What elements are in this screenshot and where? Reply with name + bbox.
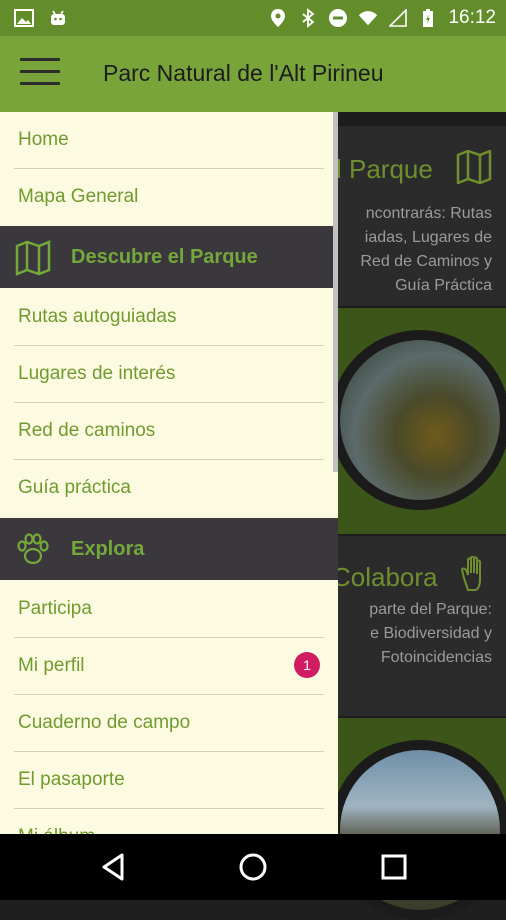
- status-time: 16:12: [448, 7, 496, 28]
- drawer-item-mi-album[interactable]: Mi álbum: [0, 809, 338, 834]
- drawer-item-label: El pasaporte: [18, 769, 125, 790]
- map-icon: [456, 149, 492, 189]
- battery-icon: [418, 8, 438, 28]
- card-text-line: ncontrarás: Rutas: [365, 205, 492, 222]
- section-label: Descubre el Parque: [71, 246, 258, 268]
- section-explora: Explora: [0, 518, 338, 580]
- card-text-line: Red de Caminos y: [360, 253, 492, 270]
- drawer-item-participa[interactable]: Participa: [0, 581, 338, 637]
- drawer-item-label: Cuaderno de campo: [18, 712, 191, 733]
- location-icon: [268, 8, 288, 28]
- paw-icon: [14, 530, 52, 568]
- drawer-item-label: Rutas autoguiadas: [18, 306, 177, 327]
- wifi-icon: [358, 8, 378, 28]
- hand-icon: [458, 555, 492, 597]
- drawer-item-label: Home: [18, 129, 69, 150]
- system-nav-bar: [0, 834, 506, 900]
- hamburger-menu-icon[interactable]: [20, 58, 60, 90]
- drawer-item-label: Lugares de interés: [18, 363, 176, 384]
- drawer-item-label: Mapa General: [18, 186, 139, 207]
- section-descubre: Descubre el Parque: [0, 226, 338, 288]
- card-title: Colabora: [332, 562, 438, 592]
- section-label: Explora: [71, 538, 145, 560]
- card-text-line: Fotoincidencias: [380, 649, 492, 666]
- card-description: ncontrarás: Rutas iadas, Lugares de Red …: [360, 202, 492, 298]
- app-title: Parc Natural de l'Alt Pirineu: [103, 60, 384, 86]
- drawer-item-red-caminos[interactable]: Red de caminos: [0, 403, 338, 459]
- drawer-item-cuaderno[interactable]: Cuaderno de campo: [0, 695, 338, 751]
- card-text-line: Guía Práctica: [395, 277, 492, 294]
- drawer-item-guia[interactable]: Guía práctica: [0, 460, 338, 516]
- app-bar: Parc Natural de l'Alt Pirineu: [0, 36, 506, 112]
- drawer-item-label: Guía práctica: [18, 477, 131, 498]
- drawer-scrollbar[interactable]: [333, 112, 338, 472]
- home-icon[interactable]: [235, 849, 271, 885]
- drawer-item-label: Red de caminos: [18, 420, 156, 441]
- notification-badge: 1: [294, 652, 320, 678]
- navigation-drawer: Home Mapa General Descubre el Parque Rut…: [0, 112, 338, 834]
- back-icon[interactable]: [96, 849, 132, 885]
- drawer-item-mapa-general[interactable]: Mapa General: [0, 169, 338, 225]
- map-icon: [14, 238, 52, 276]
- drawer-item-home[interactable]: Home: [0, 112, 338, 168]
- drawer-item-pasaporte[interactable]: El pasaporte: [0, 752, 338, 808]
- android-icon: [48, 8, 68, 28]
- card-description: parte del Parque: e Biodiversidad y Foto…: [369, 598, 492, 670]
- bluetooth-icon: [298, 8, 318, 28]
- status-bar: 16:12: [0, 0, 506, 36]
- drawer-item-label: Mi perfil: [18, 655, 85, 676]
- flower-photo: [330, 330, 506, 510]
- card-text-line: e Biodiversidad y: [370, 625, 492, 642]
- card-title: l Parque: [336, 154, 433, 184]
- card-text-line: iadas, Lugares de: [364, 229, 492, 246]
- drawer-item-mi-perfil[interactable]: Mi perfil 1: [0, 638, 338, 694]
- recents-icon[interactable]: [376, 849, 412, 885]
- do-not-disturb-icon: [328, 8, 348, 28]
- card-text-line: parte del Parque:: [369, 601, 492, 618]
- signal-icon: [388, 8, 408, 28]
- drawer-item-label: Participa: [18, 598, 92, 619]
- drawer-item-lugares[interactable]: Lugares de interés: [0, 346, 338, 402]
- image-icon: [14, 8, 34, 28]
- drawer-item-label: Mi álbum: [18, 826, 95, 834]
- drawer-item-rutas[interactable]: Rutas autoguiadas: [0, 289, 338, 345]
